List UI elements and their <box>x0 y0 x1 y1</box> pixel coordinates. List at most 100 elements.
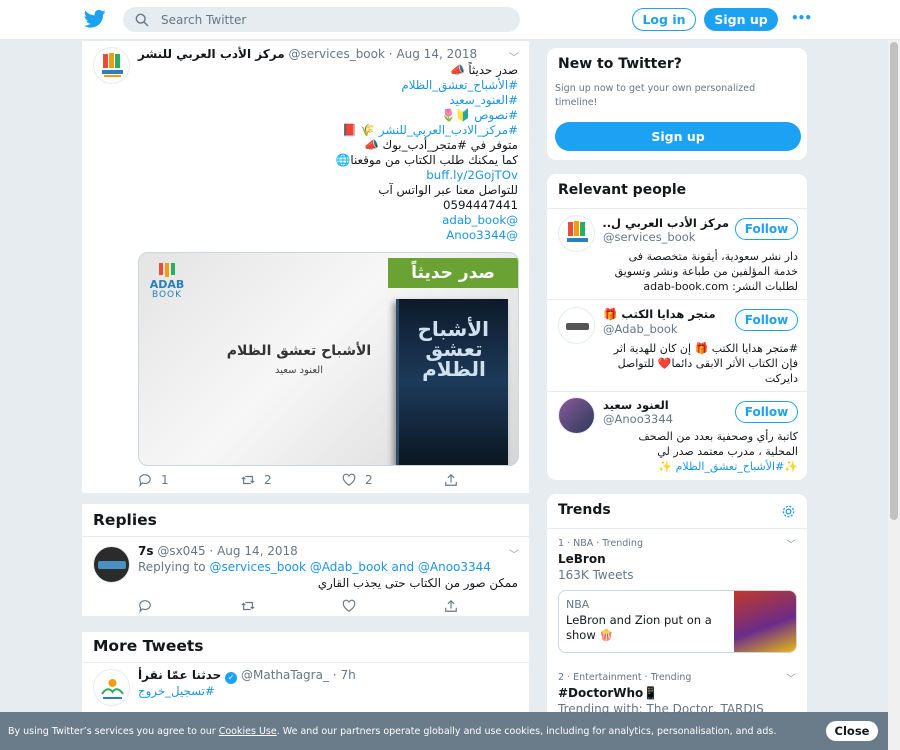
person-handle[interactable]: @Anoo3344 <box>603 412 673 426</box>
retweet-count: 2 <box>264 473 272 487</box>
person-name[interactable]: مركز الأدب العربي ل... <box>603 216 729 230</box>
reply-icon <box>139 474 151 487</box>
author-name[interactable]: مركز الأدب العربي للنشر <box>138 47 285 61</box>
tweet-link[interactable]: @Anoo3344 <box>148 228 518 243</box>
share-icon <box>445 473 457 486</box>
person-handle[interactable]: @services_book <box>603 230 695 244</box>
share-button[interactable] <box>444 473 458 487</box>
tweet-text-line: كما يمكنك طلب الكتاب من موقعنا🌐 <box>335 153 518 167</box>
person-bio: دار نشر سعودية، أيقونة متخصصة فى خدمة ال… <box>614 250 798 293</box>
person-item[interactable]: العنود سعيد @Anoo3344 Follow كاتبة رأي و… <box>547 391 809 481</box>
trend-meta: 2 · Entertainment · Trending <box>558 672 692 683</box>
sidebar-signup-button[interactable]: Sign up <box>555 122 801 151</box>
tweet-date[interactable]: Aug 14, 2018 <box>396 47 477 61</box>
book-title-text: الأشباح تعشق الظلام <box>226 343 372 359</box>
mention-link[interactable]: @services_book <box>209 560 306 574</box>
trend-name[interactable]: #DoctorWho📱 <box>558 686 658 700</box>
news-card[interactable]: NBA LeBron and Zion put on a show 🍿 <box>558 590 797 653</box>
search-input[interactable] <box>161 12 501 27</box>
replies-section: Replies 7s @sx045 · Aug 14, 2018 ﹀ Reply… <box>81 503 531 617</box>
close-button[interactable]: Close <box>826 721 878 741</box>
replying-to-line: Replying to @services_book @Adab_book an… <box>138 560 491 574</box>
tweet-link[interactable]: #نصوص 🔰🌷 <box>148 108 518 123</box>
follow-button[interactable]: Follow <box>735 309 798 331</box>
follow-button[interactable]: Follow <box>735 401 798 423</box>
trends-title: Trends <box>558 502 611 518</box>
avatar[interactable] <box>93 47 130 84</box>
reply-date[interactable]: Aug 14, 2018 <box>217 544 298 558</box>
reply-icon <box>139 600 151 613</box>
twitter-bird-icon[interactable] <box>84 9 106 29</box>
person-name[interactable]: متجر هدايا الكتب 🎁 <box>603 307 729 321</box>
settings-gear-icon[interactable] <box>781 504 796 519</box>
more-tweet-hashtag[interactable]: #تسجيل_خروج <box>138 684 215 698</box>
scrollbar-thumb[interactable] <box>890 42 898 520</box>
follow-button[interactable]: Follow <box>735 218 798 240</box>
more-tweets-title: More Tweets <box>93 637 204 655</box>
new-to-twitter-card: New to Twitter? Sign up now to get your … <box>546 47 808 161</box>
reply-author-handle[interactable]: @sx045 <box>157 544 205 558</box>
relevant-people-title: Relevant people <box>558 182 687 198</box>
more-tweet-author-handle[interactable]: @MathaTagra_ <box>241 668 329 682</box>
share-button[interactable] <box>444 599 458 613</box>
news-category: NBA <box>566 598 590 611</box>
like-button[interactable] <box>342 599 444 613</box>
tweet-link[interactable]: @adab_book <box>148 213 518 228</box>
trend-name[interactable]: LeBron <box>558 552 606 566</box>
like-button[interactable]: 2 <box>342 473 444 487</box>
book-cover-image: الأشباح تعشق الظلام <box>396 299 508 465</box>
chevron-down-icon[interactable]: ﹀ <box>509 546 519 561</box>
more-tweet-header: حدثنا عمّا نقرأ ✓ @MathaTagra_ · 7h <box>138 668 516 684</box>
person-item[interactable]: متجر هدايا الكتب 🎁 @Adab_book Follow #مت… <box>547 299 809 391</box>
mention-link[interactable]: @Adab_book <box>310 560 388 574</box>
retweet-icon <box>241 475 255 485</box>
person-name[interactable]: العنود سعيد <box>603 398 729 412</box>
chevron-down-icon[interactable]: ﹀ <box>786 670 796 685</box>
mention-link[interactable]: and <box>391 560 414 574</box>
tweet-link[interactable]: buff.ly/2GojTOv <box>148 168 518 183</box>
chevron-down-icon[interactable]: ﹀ <box>786 536 796 551</box>
avatar[interactable] <box>558 215 595 252</box>
adab-book-logo: ADAB BOOK <box>145 263 189 301</box>
mention-link[interactable]: @Anoo3344 <box>418 560 491 574</box>
reading-logo-icon <box>101 679 124 699</box>
reply-author-name[interactable]: 7s <box>138 544 154 558</box>
publisher-logo-icon <box>102 53 123 77</box>
tweet-link[interactable]: #مركز_الادب_العربي_للنشر 🌾 📕 <box>148 123 518 138</box>
tweet-text: صدر حديثاً 📣 #الأشباح_تعشق_الظلام #العنود_… <box>148 63 518 243</box>
reply-text: ممكن صور من الكتاب حتى يجذب القاري <box>317 576 518 590</box>
tweet-link[interactable]: #العنود_سعيد <box>148 93 518 108</box>
retweet-button[interactable] <box>241 599 342 613</box>
chevron-down-icon[interactable]: ﹀ <box>509 49 519 64</box>
cookie-banner: By using Twitter’s services you agree to… <box>0 712 888 750</box>
person-handle[interactable]: @Adab_book <box>603 322 678 336</box>
relevant-people-card: Relevant people مركز الأدب العربي ل... @… <box>546 173 809 481</box>
signup-button[interactable]: Sign up <box>704 8 778 31</box>
reply-button[interactable]: 1 <box>138 473 241 487</box>
new-to-twitter-subtitle: Sign up now to get your own personalized… <box>555 83 756 108</box>
person-item[interactable]: مركز الأدب العربي ل... @services_book Fo… <box>547 208 809 299</box>
avatar[interactable] <box>93 546 130 583</box>
avatar[interactable] <box>93 669 130 706</box>
news-thumbnail <box>734 591 796 652</box>
avatar[interactable] <box>558 307 595 344</box>
author-handle[interactable]: @services_book <box>288 47 385 61</box>
more-tweet-time[interactable]: 7h <box>340 668 355 682</box>
separator-dot: · <box>209 544 214 558</box>
more-tweet-author-name[interactable]: حدثنا عمّا نقرأ <box>138 668 221 682</box>
search-bar[interactable] <box>123 7 520 32</box>
main-tweet[interactable]: مركز الأدب العربي للنشر @services_book ·… <box>81 40 530 494</box>
tweet-header: مركز الأدب العربي للنشر @services_book ·… <box>138 47 516 63</box>
more-options-icon[interactable]: ••• <box>791 11 812 25</box>
avatar[interactable] <box>558 397 595 434</box>
cookie-text: By using Twitter’s services you agree to… <box>8 725 216 737</box>
tweet-link[interactable]: #الأشباح_تعشق_الظلام <box>148 78 518 93</box>
tweet-actions: 1 2 2 <box>138 473 468 487</box>
login-button[interactable]: Log in <box>632 8 696 31</box>
reply-button[interactable] <box>138 599 241 613</box>
separator-dot: · <box>388 47 393 61</box>
retweet-button[interactable]: 2 <box>241 473 342 487</box>
tweet-image[interactable]: صدر حديثاً ADAB BOOK الأشباح تعشق الظلام… <box>138 252 519 466</box>
tweet-text-line: للتواصل معنا عبر الواتس آب <box>378 183 518 197</box>
cookies-use-link[interactable]: Cookies Use <box>219 726 277 737</box>
